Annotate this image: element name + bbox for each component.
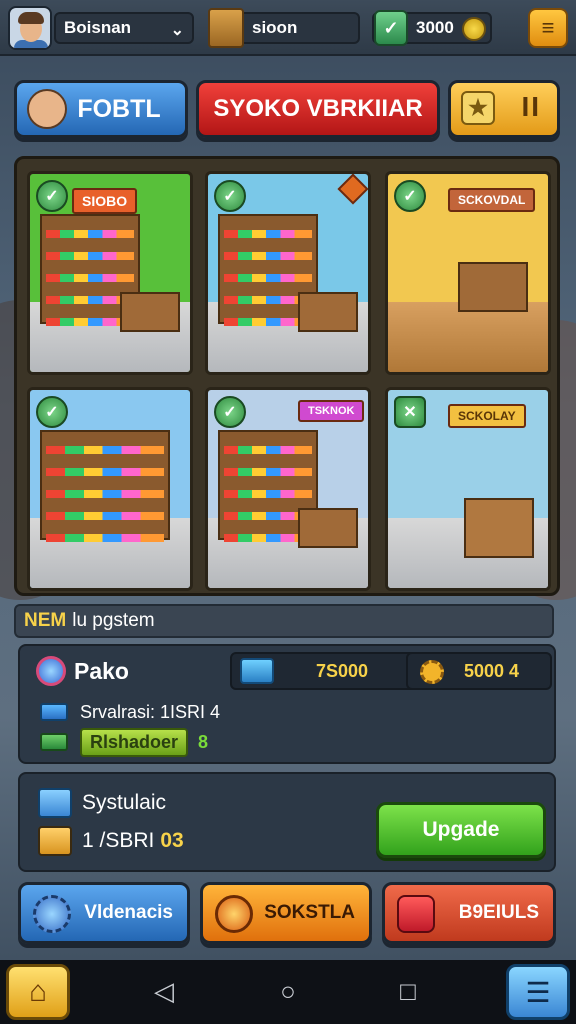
task-list-button[interactable]: ☰: [506, 964, 570, 1020]
income-value: 7S000: [316, 660, 369, 681]
store-title-label: SYOKO VBRKIIAR: [213, 95, 423, 122]
shopping-cart: [120, 292, 180, 332]
store-sign: SIOBO: [72, 188, 138, 214]
upgrade-cost: 1 /SBRI 03: [38, 824, 184, 858]
menu-button[interactable]: ≡: [528, 8, 568, 48]
news-highlight: NEM: [24, 610, 67, 631]
news-bar[interactable]: NEM lu pgstem: [14, 604, 554, 638]
store-stat-line-2: Rlshadoer 8: [40, 727, 209, 757]
upgrade-button[interactable]: Upgade: [376, 802, 546, 858]
blue-box-icon: [38, 788, 72, 818]
store-card-6[interactable]: ✕ SCKOLAY: [385, 387, 551, 591]
pause-icon: II: [521, 91, 541, 122]
stat-line-1-text: Srvalrasi: 1ISRI 4: [80, 701, 221, 722]
menu-icon: ≡: [541, 15, 555, 40]
profile-button[interactable]: FOBTL: [14, 80, 188, 138]
stat-line-2-value: 8: [198, 731, 209, 752]
checkout-counter: [298, 292, 358, 332]
builds-button[interactable]: B9EIULS: [382, 882, 556, 944]
check-gem-icon: ✓: [374, 10, 408, 46]
product-shelf: [40, 430, 170, 542]
person-icon: [27, 89, 67, 129]
orb-icon: [36, 656, 66, 686]
upgrade-title-text: Systulaic: [82, 791, 167, 814]
home-button[interactable]: ⌂: [6, 964, 70, 1020]
check-badge-icon: ✓: [394, 180, 426, 212]
store-stat-line-1: Srvalrasi: 1ISRI 4: [40, 698, 220, 726]
top-status-bar: Boisnan ⌄ sioon ✓ 3000 ≡: [0, 0, 576, 56]
store-title-button[interactable]: SYOKO VBRKIIAR: [196, 80, 440, 138]
shopping-cart: [458, 262, 528, 312]
store-sign: SCKOLAY: [448, 404, 526, 428]
stat-pill: Rlshadoer: [80, 727, 189, 757]
coin-chest-icon: [208, 8, 244, 48]
chevron-down-icon: ⌄: [170, 22, 184, 39]
news-text: lu pgstem: [72, 610, 155, 631]
crate-icon: [38, 826, 72, 856]
gear-coin-icon: [420, 660, 444, 684]
upgrade-panel: Systulaic 1 /SBRI 03 Upgade: [18, 772, 556, 872]
store-name-text: Pako: [74, 657, 129, 684]
cog-icon: [215, 895, 253, 933]
home-icon: ⌂: [28, 975, 48, 1008]
profile-button-label: FOBTL: [77, 94, 161, 123]
gear-icon: [33, 895, 71, 933]
store-card-2[interactable]: ✓: [205, 171, 371, 375]
check-badge-icon: ✓: [214, 180, 246, 212]
builds-button-label: B9EIULS: [458, 902, 539, 923]
store-info-panel: Pako 7S000 5000 4 Srvalrasi: 1ISRI 4 Rls…: [18, 644, 556, 764]
close-badge-icon: ✕: [394, 396, 426, 428]
videos-button-label: Vldenacis: [84, 902, 173, 923]
pause-button[interactable]: ★ II: [448, 80, 560, 138]
player-name-dropdown[interactable]: Boisnan ⌄: [54, 12, 194, 44]
player-avatar[interactable]: [8, 6, 52, 50]
store-floor: [388, 302, 548, 372]
circle-home-icon[interactable]: ○: [268, 976, 308, 1006]
cost-prefix: 1 /SBRI: [82, 829, 155, 852]
stocks-button-label: SOKSTLA: [264, 902, 355, 923]
square-recent-icon[interactable]: □: [388, 976, 428, 1006]
list-icon: ☰: [525, 976, 551, 1008]
stocks-button[interactable]: SOKSTLA: [200, 882, 372, 944]
store-card-3[interactable]: ✓ SCKOVDAL: [385, 171, 551, 375]
gem-counter[interactable]: ✓ 3000: [372, 10, 492, 46]
gold-value: 5000 4: [464, 660, 520, 681]
cost-value: 03: [160, 829, 184, 852]
avatar-hair: [18, 12, 44, 24]
store-grid: ✓ SIOBO ✓ ✓ SCKOVDAL ✓ ✓ TSKNOK ✕ SCKOLA…: [14, 156, 560, 596]
check-badge-icon: ✓: [214, 396, 246, 428]
gold-stat: 5000 4: [406, 652, 552, 690]
check-badge-icon: ✓: [36, 396, 68, 428]
store-sign: SCKOVDAL: [448, 188, 536, 212]
star-icon: ★: [461, 91, 495, 125]
upgrade-title: Systulaic: [38, 786, 166, 820]
cardboard-boxes: [464, 498, 534, 558]
gift-box-icon: [397, 895, 435, 933]
card-icon: [40, 703, 68, 721]
income-stat: 7S000: [230, 652, 418, 690]
videos-button[interactable]: Vldenacis: [18, 882, 190, 944]
store-name: Pako: [30, 654, 129, 688]
coin-counter[interactable]: sioon: [208, 8, 360, 48]
coin-value: sioon: [252, 18, 298, 37]
store-sign: TSKNOK: [298, 400, 365, 422]
player-name: Boisnan: [64, 18, 132, 37]
add-currency-icon[interactable]: [462, 17, 486, 41]
check-badge-icon: ✓: [36, 180, 68, 212]
checkout-counter: [298, 508, 358, 548]
store-card-5[interactable]: ✓ TSKNOK: [205, 387, 371, 591]
cash-stack-icon: [240, 658, 274, 684]
store-card-4[interactable]: ✓: [27, 387, 193, 591]
gem-value: 3000: [416, 18, 454, 37]
triangle-back-icon[interactable]: ◁: [144, 976, 184, 1006]
cash-icon: [40, 733, 68, 751]
store-card-1[interactable]: ✓ SIOBO: [27, 171, 193, 375]
